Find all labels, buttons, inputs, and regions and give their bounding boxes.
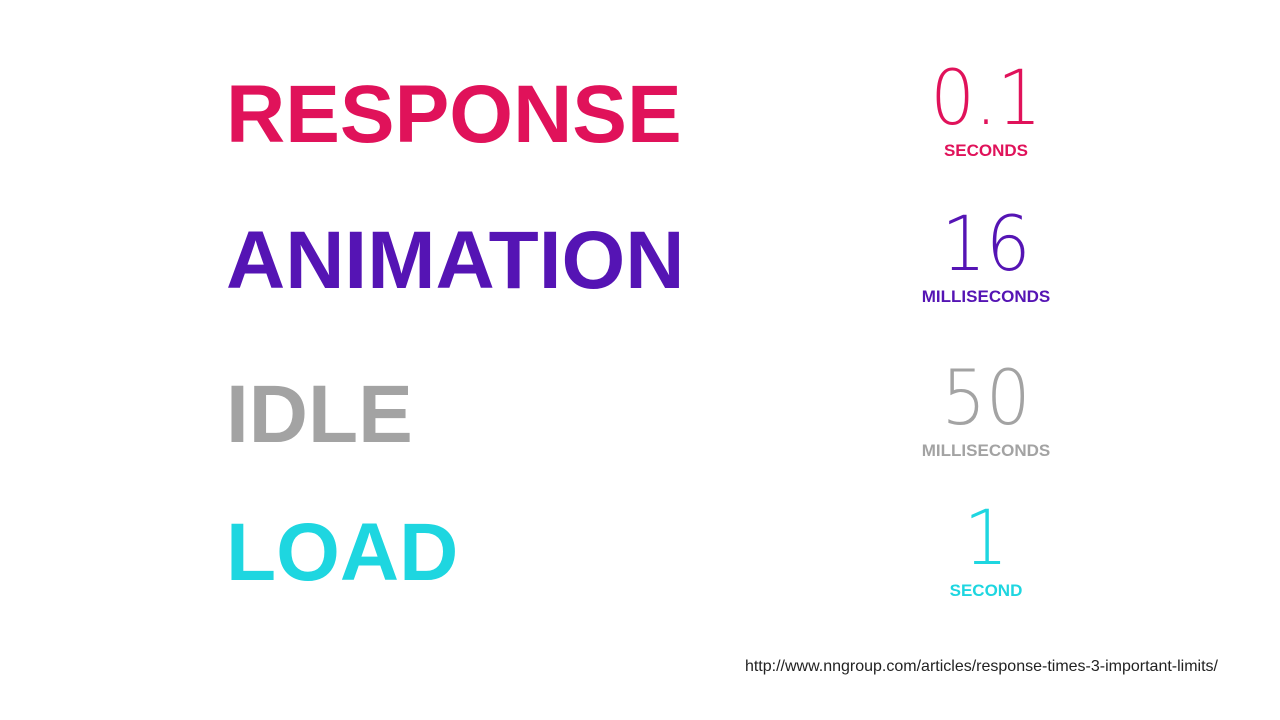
idle-unit: MILLISECONDS	[921, 441, 1051, 460]
response-label: RESPONSE	[226, 69, 682, 160]
animation-unit: MILLISECONDS	[921, 287, 1051, 306]
idle-label: IDLE	[226, 369, 413, 460]
source-link[interactable]: http://www.nngroup.com/articles/response…	[745, 658, 1218, 676]
idle-metric: 50 MILLISECONDS	[906, 353, 1066, 460]
response-unit: SECONDS	[943, 141, 1029, 160]
load-value: 1	[963, 493, 1009, 582]
animation-metric: 16 MILLISECONDS	[906, 199, 1066, 306]
idle-value: 50	[941, 353, 1031, 442]
response-metric: 0.1 SECONDS	[906, 53, 1066, 160]
load-unit: SECOND	[949, 581, 1023, 600]
slide: RESPONSE 0.1 SECONDS ANIMATION 16 MILLIS…	[0, 0, 1280, 720]
load-label: LOAD	[226, 507, 459, 598]
response-value: 0.1	[930, 53, 1042, 142]
animation-label: ANIMATION	[226, 215, 685, 306]
row-load: LOAD 1 SECOND	[0, 500, 1280, 652]
load-metric: 1 SECOND	[906, 493, 1066, 600]
row-idle: IDLE 50 MILLISECONDS	[0, 360, 1280, 514]
row-response: RESPONSE 0.1 SECONDS	[0, 60, 1280, 214]
row-animation: ANIMATION 16 MILLISECONDS	[0, 206, 1280, 360]
animation-value: 16	[941, 199, 1031, 288]
